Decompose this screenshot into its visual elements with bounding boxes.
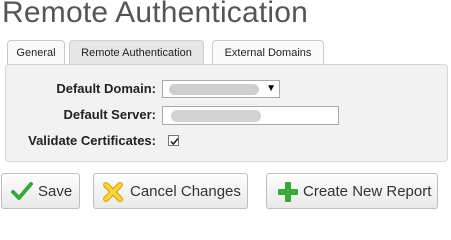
default-server-input[interactable]	[162, 106, 339, 125]
dropdown-arrow-icon: ▼	[266, 83, 276, 94]
default-server-label: Default Server:	[63, 107, 156, 122]
create-new-report-button[interactable]: Create New Report	[266, 173, 438, 209]
redacted-value	[169, 84, 259, 95]
tab-remote-authentication[interactable]: Remote Authentication	[69, 40, 204, 64]
default-domain-select[interactable]: ▼	[162, 80, 280, 98]
redacted-value	[171, 110, 261, 122]
default-domain-label: Default Domain:	[56, 81, 156, 96]
check-icon	[170, 137, 179, 146]
cancel-x-icon	[103, 182, 123, 202]
validate-certificates-checkbox[interactable]	[168, 135, 179, 146]
tab-external-domains[interactable]: External Domains	[212, 40, 324, 64]
settings-panel: Default Domain: ▼ Default Server: Valida…	[5, 64, 448, 162]
cancel-label: Cancel Changes	[130, 183, 241, 200]
page-title: Remote Authentication	[2, 0, 309, 29]
validate-certificates-label: Validate Certificates:	[28, 133, 156, 148]
create-report-label: Create New Report	[303, 183, 432, 200]
cancel-changes-button[interactable]: Cancel Changes	[93, 173, 248, 209]
save-label: Save	[38, 183, 73, 200]
save-button[interactable]: Save	[1, 173, 80, 209]
tab-general[interactable]: General	[7, 40, 65, 64]
plus-icon	[278, 182, 298, 202]
checkmark-icon	[11, 182, 33, 200]
